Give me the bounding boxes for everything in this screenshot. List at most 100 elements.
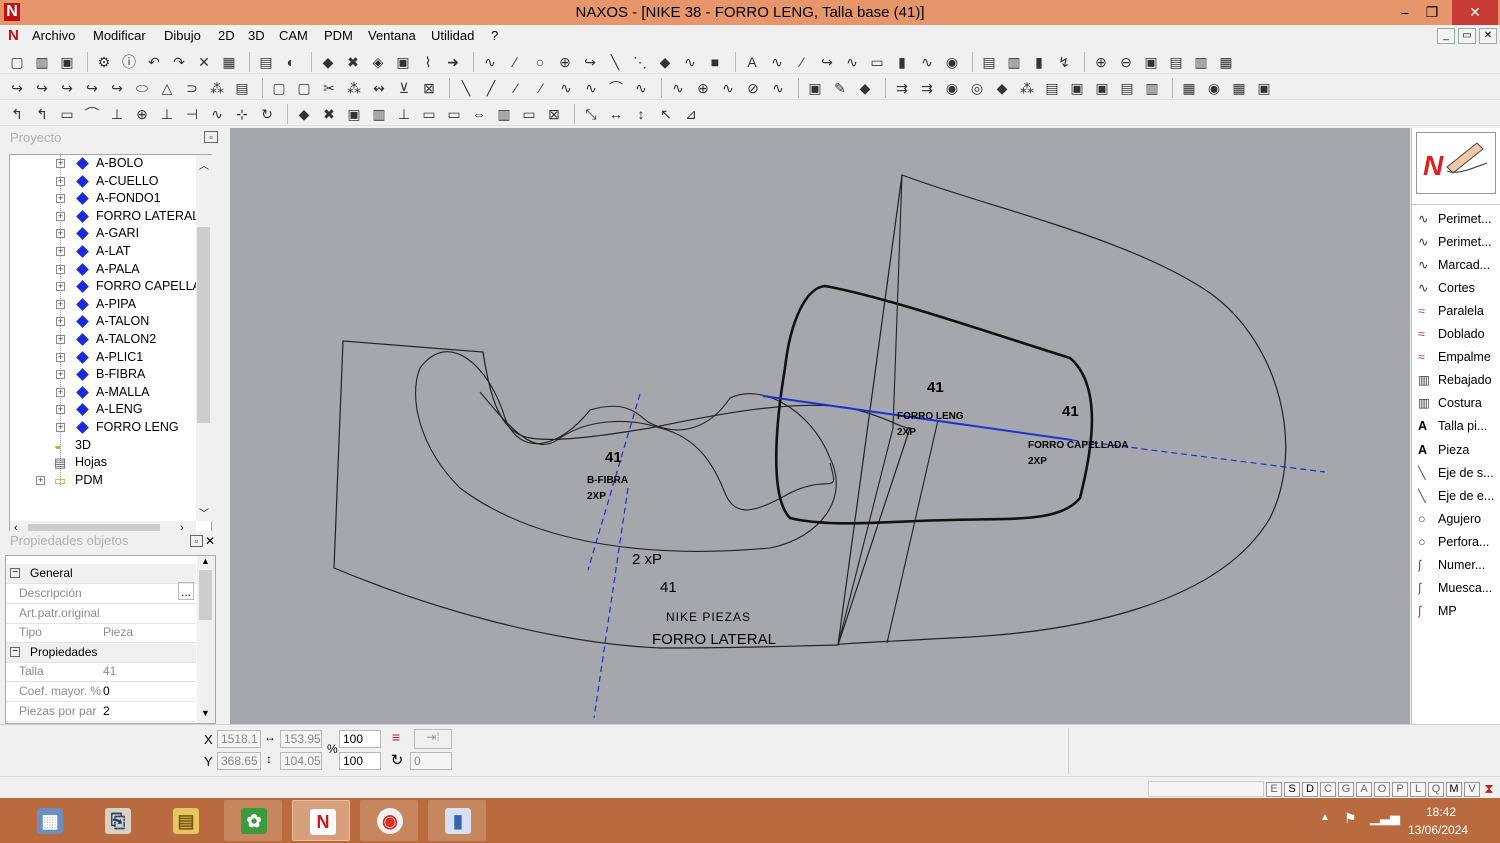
tree-item-piece[interactable]: + A-TALON (10, 313, 196, 330)
toolbar-tool-icon[interactable]: ⊣ (183, 105, 201, 123)
toolbar-tool-icon[interactable]: ⊥ (108, 105, 126, 123)
toolbar-tool-icon[interactable]: ↻ (258, 105, 276, 123)
toolbar-tool-icon[interactable]: ⁂ (345, 79, 363, 97)
toolbar-tool-icon[interactable]: ▤ (1043, 79, 1061, 97)
tray-network-icon[interactable]: ▁▃▅ (1370, 810, 1400, 826)
menu-archivo[interactable]: Archivo (32, 28, 75, 43)
menu-cam[interactable]: CAM (279, 28, 308, 43)
tool-item[interactable]: A Talla pi... (1418, 415, 1500, 437)
toolbar-tool-icon[interactable]: ⊕ (694, 79, 712, 97)
toolbar-tool-icon[interactable]: ∿ (632, 79, 650, 97)
tool-item[interactable]: ∿ Perimet... (1418, 208, 1500, 230)
toolbar-tool-icon[interactable]: ▣ (345, 105, 363, 123)
toolbar-tool-icon[interactable]: ↪ (108, 79, 126, 97)
section-propiedades[interactable]: − Propiedades (6, 643, 196, 663)
toolbar-tool-icon[interactable]: ◆ (856, 79, 874, 97)
toolbar-tool-icon[interactable]: △ (158, 79, 176, 97)
toolbar-tool-icon[interactable]: ↪ (58, 79, 76, 97)
prop-row-descripcion[interactable]: Descripción ... (6, 582, 196, 604)
scroll-thumb[interactable] (197, 227, 210, 423)
tool-item[interactable]: ∿ Marcad... (1418, 254, 1500, 276)
tool-item[interactable]: ∫ Numer... (1418, 554, 1500, 576)
mdi-restore-button[interactable]: ▭ (1458, 28, 1476, 44)
toolbar-tool-icon[interactable]: ╱ (482, 79, 500, 97)
toolbar-tool-icon[interactable]: ⌒ (607, 79, 625, 97)
toolbar-tool-icon[interactable]: ⓘ (120, 53, 138, 71)
toolbar-tool-icon[interactable]: ⊕ (556, 53, 574, 71)
width-field[interactable]: 153.95 (280, 730, 322, 748)
toolbar-tool-icon[interactable]: ▥ (370, 105, 388, 123)
toolbar-tool-icon[interactable]: ∿ (681, 53, 699, 71)
toolbar-tool-icon[interactable]: ↷ (170, 53, 188, 71)
toolbar-tool-icon[interactable]: ⬭ (133, 79, 151, 97)
toolbar-tool-icon[interactable]: ▦ (1217, 53, 1235, 71)
toolbar-tool-icon[interactable]: ⊥ (158, 105, 176, 123)
toolbar-tool-icon[interactable]: ∿ (918, 53, 936, 71)
toolbar-tool-icon[interactable]: ▤ (257, 53, 275, 71)
toolbar-tool-icon[interactable]: ⋱ (631, 53, 649, 71)
taskbar-naxos[interactable]: N (292, 800, 350, 841)
menu-help[interactable]: ? (491, 28, 498, 43)
toolbar-tool-icon[interactable]: ✖ (320, 105, 338, 123)
taskbar-paint-app[interactable]: ▮ (428, 800, 486, 841)
expand-icon[interactable]: + (56, 282, 65, 292)
scale-y-field[interactable]: 100 (339, 752, 381, 770)
taskbar-remote-explorer[interactable]: ⎘ (88, 800, 146, 841)
toolbar-tool-icon[interactable]: ⁂ (208, 79, 226, 97)
toolbar-tool-icon[interactable]: ⁄ (532, 79, 550, 97)
toolbar-tool-icon[interactable]: ▥ (33, 53, 51, 71)
menu-dibujo[interactable]: Dibujo (164, 28, 201, 43)
tree-item-piece[interactable]: + FORRO CAPELLA (10, 278, 196, 295)
tool-item[interactable]: ≈ Doblado (1418, 323, 1500, 345)
taskbar-calculator[interactable]: ▦ (20, 800, 78, 841)
toolbar-tool-icon[interactable]: ○ (531, 53, 549, 71)
expand-icon[interactable]: + (36, 475, 45, 485)
toolbar-tool-icon[interactable]: ■ (706, 53, 724, 71)
mdi-minimize-button[interactable]: _ (1437, 28, 1455, 44)
tree-item-hojas[interactable]: ▤ Hojas (10, 454, 196, 471)
toolbar-tool-icon[interactable]: ✕ (195, 53, 213, 71)
toolbar-tool-icon[interactable]: ▢ (270, 79, 288, 97)
toolbar-tool-icon[interactable]: ◉ (943, 53, 961, 71)
toolbar-tool-icon[interactable]: ↰ (33, 105, 51, 123)
expand-icon[interactable]: + (56, 387, 65, 397)
tree-item-piece[interactable]: + A-BOLO (10, 155, 196, 172)
toolbar-tool-icon[interactable]: ↶ (145, 53, 163, 71)
tool-item[interactable]: ∫ MP (1418, 600, 1500, 622)
tree-item-piece[interactable]: + A-PIPA (10, 296, 196, 313)
toolbar-tool-icon[interactable]: ∿ (719, 79, 737, 97)
expand-icon[interactable]: + (56, 229, 65, 239)
rotate-icon[interactable]: ↻ (388, 751, 406, 769)
toolbar-tool-icon[interactable]: ⌇ (419, 53, 437, 71)
expand-icon[interactable]: + (56, 423, 65, 432)
maximize-button[interactable]: ❐ (1415, 0, 1449, 25)
toolbar-tool-icon[interactable]: ∿ (769, 79, 787, 97)
status-flag[interactable]: D (1302, 782, 1318, 797)
toolbar-tool-icon[interactable]: ⊻ (395, 79, 413, 97)
status-flag[interactable]: G (1338, 782, 1354, 797)
toolbar-tool-icon[interactable]: ▮ (1030, 53, 1048, 71)
tree-item-piece[interactable]: + A-CUELLO (10, 173, 196, 190)
scale-apply-icon[interactable]: ≡ (386, 729, 406, 749)
expand-icon[interactable]: + (56, 335, 65, 344)
menu-2d[interactable]: 2D (218, 28, 235, 43)
toolbar-tool-icon[interactable]: ╲ (606, 53, 624, 71)
prop-row-talla[interactable]: Talla 41 (6, 662, 196, 682)
status-flag[interactable]: P (1392, 782, 1408, 797)
project-tree-vscroll[interactable]: ︿ ﹀ (196, 155, 212, 521)
expand-icon[interactable]: + (56, 194, 65, 204)
toolbar-tool-icon[interactable]: ⊘ (744, 79, 762, 97)
toolbar-tool-icon[interactable]: ▣ (1068, 79, 1086, 97)
toolbar-tool-icon[interactable]: ▣ (1255, 79, 1273, 97)
toolbar-tool-icon[interactable]: ↖ (657, 105, 675, 123)
status-flag[interactable]: C (1320, 782, 1336, 797)
toolbar-tool-icon[interactable]: ▣ (1142, 53, 1160, 71)
toolbar-tool-icon[interactable]: ▣ (806, 79, 824, 97)
toolbar-tool-icon[interactable]: ◆ (319, 53, 337, 71)
toolbar-tool-icon[interactable]: ▭ (58, 105, 76, 123)
expand-icon[interactable]: + (56, 317, 65, 327)
toolbar-tool-icon[interactable]: ▮ (893, 53, 911, 71)
prop-row-coef[interactable]: Coef. mayor. % 0 (6, 682, 196, 702)
taskbar-chrome[interactable]: ◉ (360, 800, 418, 841)
toolbar-tool-icon[interactable]: ⚙ (95, 53, 113, 71)
